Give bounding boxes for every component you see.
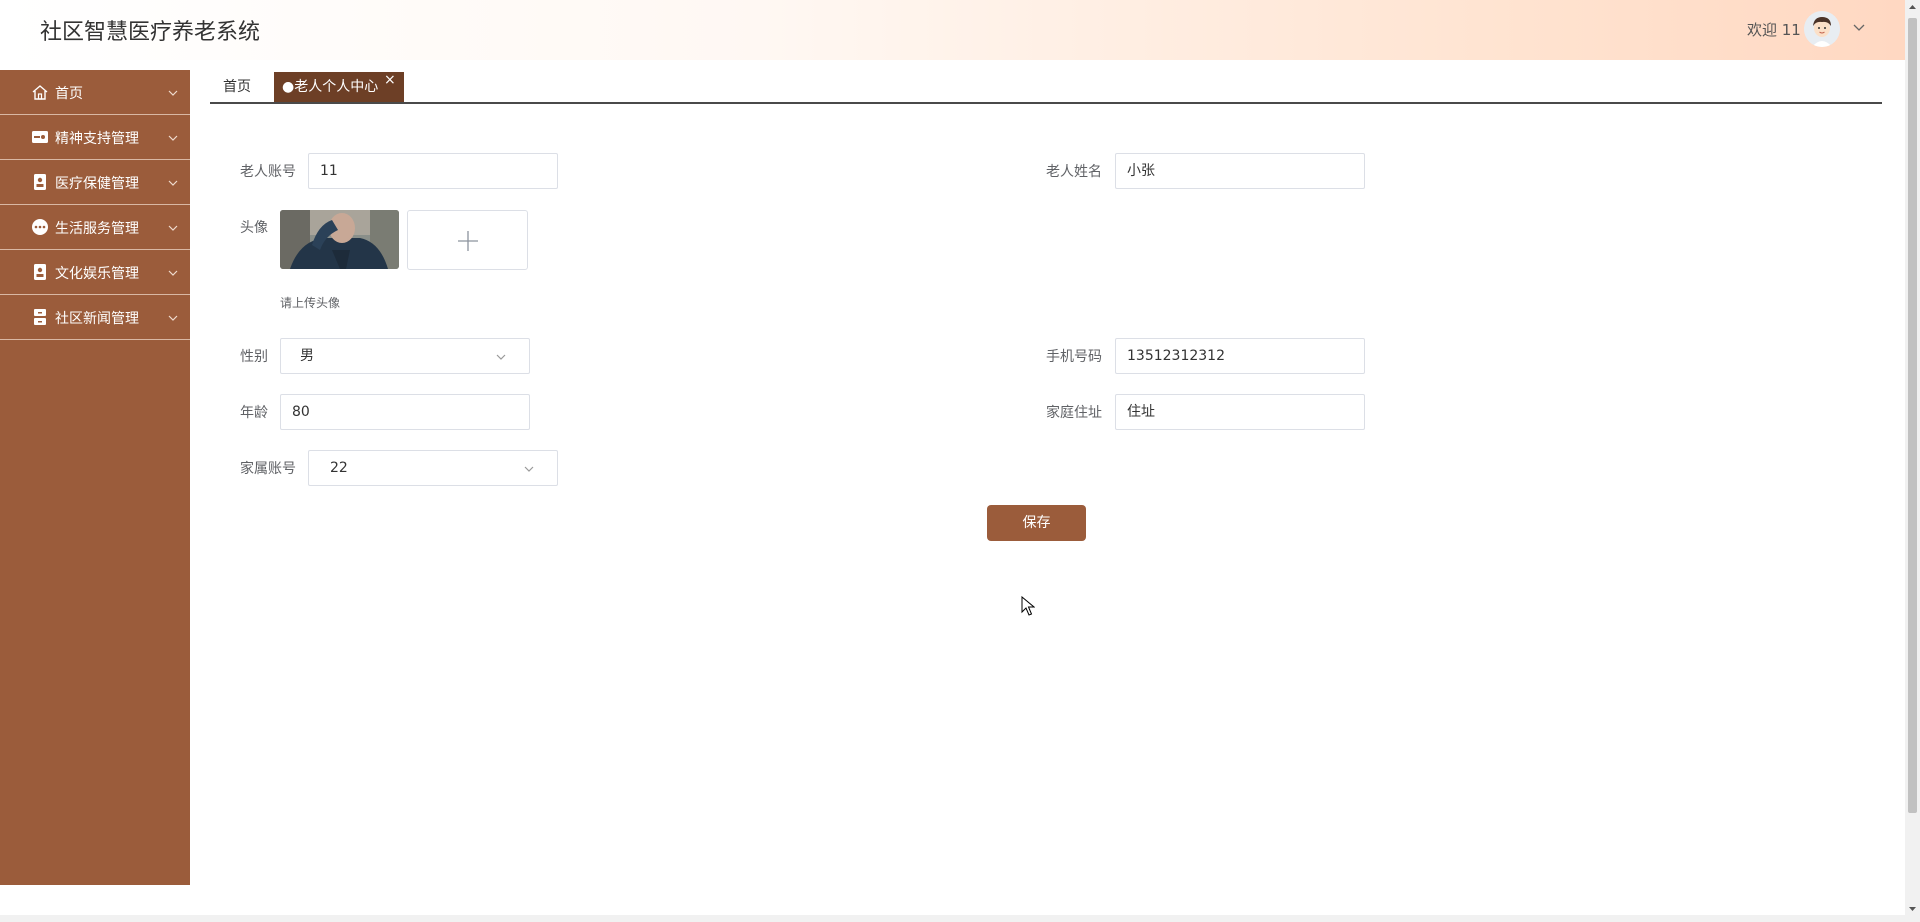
name-input[interactable]: 小张 — [1115, 153, 1365, 189]
avatar-face-icon — [1804, 11, 1840, 47]
phone-input[interactable]: 13512312312 — [1115, 338, 1365, 374]
save-button[interactable]: 保存 — [987, 505, 1086, 541]
chevron-down-icon[interactable] — [1851, 19, 1867, 35]
tab-label: ●老人个人中心 — [282, 79, 379, 95]
family-account-select[interactable]: 22 — [308, 450, 558, 486]
phone-label: 手机号码 — [1046, 349, 1102, 365]
sidebar-item-label: 精神支持管理 — [55, 131, 139, 147]
age-input[interactable]: 80 — [280, 394, 530, 430]
sidebar-item-home[interactable]: 首页 — [0, 70, 190, 115]
avatar-upload-button[interactable] — [407, 210, 528, 270]
chevron-down-icon — [168, 225, 178, 231]
scrollbar-thumb[interactable] — [1908, 18, 1917, 813]
sidebar: 首页 精神支持管理 医疗保健管理 生活服务管理 文化娱乐管理 社区新闻管理 — [0, 70, 190, 885]
culture-icon — [34, 264, 46, 280]
chat-icon — [32, 219, 48, 235]
avatar-label: 头像 — [240, 220, 268, 236]
sidebar-item-label: 医疗保健管理 — [55, 176, 139, 192]
gender-label: 性别 — [240, 349, 268, 365]
close-icon[interactable]: × — [384, 65, 396, 95]
horizontal-scrollbar[interactable] — [0, 915, 1905, 922]
sidebar-item-spiritual-support[interactable]: 精神支持管理 — [0, 115, 190, 160]
plus-icon — [458, 231, 478, 251]
gender-value: 男 — [300, 348, 314, 364]
home-icon — [32, 85, 48, 100]
sidebar-item-label: 首页 — [55, 86, 83, 102]
sidebar-item-culture-entertainment[interactable]: 文化娱乐管理 — [0, 250, 190, 295]
scroll-up-arrow-icon[interactable] — [1909, 4, 1916, 10]
account-label: 老人账号 — [240, 164, 296, 180]
medical-icon — [34, 174, 46, 190]
mouse-cursor-icon — [1021, 596, 1035, 616]
support-icon — [32, 131, 48, 143]
user-avatar[interactable] — [1804, 11, 1840, 47]
sidebar-item-medical-care[interactable]: 医疗保健管理 — [0, 160, 190, 205]
sidebar-item-community-news[interactable]: 社区新闻管理 — [0, 295, 190, 340]
chevron-down-icon — [168, 90, 178, 96]
top-header: 社区智慧医疗养老系统 欢迎 11 — [0, 0, 1905, 60]
news-icon — [34, 309, 46, 325]
vertical-scrollbar[interactable] — [1905, 0, 1920, 922]
name-label: 老人姓名 — [1046, 164, 1102, 180]
upload-hint: 请上传头像 — [280, 296, 341, 310]
app-title: 社区智慧医疗养老系统 — [40, 20, 261, 45]
tab-elder-profile[interactable]: ●老人个人中心 × — [274, 72, 404, 102]
address-input[interactable]: 住址 — [1115, 394, 1365, 430]
sidebar-item-label: 生活服务管理 — [55, 221, 139, 237]
chevron-down-icon — [168, 180, 178, 186]
chevron-down-icon — [524, 466, 534, 472]
tab-home[interactable]: 首页 — [223, 72, 251, 102]
chevron-down-icon — [496, 354, 506, 360]
scroll-down-arrow-icon[interactable] — [1909, 906, 1916, 912]
chevron-down-icon — [168, 135, 178, 141]
sidebar-item-life-services[interactable]: 生活服务管理 — [0, 205, 190, 250]
address-label: 家庭住址 — [1046, 405, 1102, 421]
sidebar-item-label: 社区新闻管理 — [55, 311, 139, 327]
tab-bar: 首页 ●老人个人中心 × — [210, 72, 1882, 104]
account-input[interactable]: 11 — [308, 153, 558, 189]
elder-photo — [280, 210, 399, 269]
avatar-preview-image[interactable] — [280, 210, 399, 269]
family-account-label: 家属账号 — [240, 461, 296, 477]
chevron-down-icon — [168, 315, 178, 321]
sidebar-item-label: 文化娱乐管理 — [55, 266, 139, 282]
chevron-down-icon — [168, 270, 178, 276]
gender-select[interactable]: 男 — [280, 338, 530, 374]
family-account-value: 22 — [330, 460, 348, 476]
age-label: 年龄 — [240, 405, 268, 421]
welcome-text: 欢迎 11 — [1747, 21, 1801, 39]
